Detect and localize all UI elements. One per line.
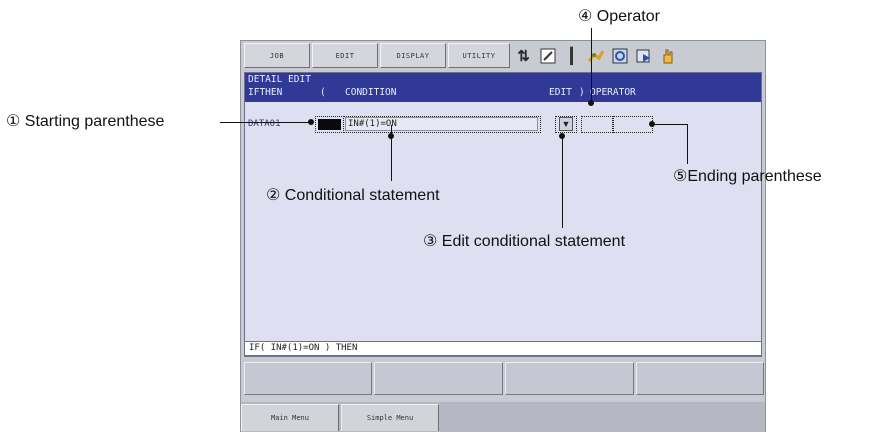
window-title-bar: DETAIL EDIT IFTHEN ( CONDITION EDIT ) OP… <box>245 73 761 102</box>
header-operator: OPERATOR <box>590 87 636 98</box>
coordinate-icon: ⇅ <box>517 48 530 65</box>
hand-icon <box>657 46 678 67</box>
callout-line-ending-h <box>652 124 687 125</box>
menu-display-button[interactable]: DISPLAY <box>380 43 446 68</box>
detail-edit-window: DETAIL EDIT IFTHEN ( CONDITION EDIT ) OP… <box>244 72 762 357</box>
cycle-icon <box>609 46 630 67</box>
callout-operator: ④ Operator <box>578 8 660 25</box>
operator-highlight <box>581 116 613 133</box>
callout-dot-operator <box>588 100 594 106</box>
function-key-2[interactable] <box>374 362 503 395</box>
robot-icon <box>585 46 606 67</box>
callout-line-starting <box>220 122 312 123</box>
callout-line-ending-v <box>687 124 688 164</box>
function-key-1[interactable] <box>244 362 372 395</box>
simple-menu-button[interactable]: Simple Menu <box>341 404 439 431</box>
menu-bar: JOB EDIT DISPLAY UTILITY ⇅ ┃ <box>241 41 765 71</box>
callout-line-edit <box>562 136 563 228</box>
menu-utility-button[interactable]: UTILITY <box>448 43 510 68</box>
row-label: DATA01 <box>248 119 281 129</box>
play-icon <box>633 46 654 67</box>
callout-ending-parenthese: ⑤Ending parenthese <box>673 168 822 185</box>
menu-job-button[interactable]: JOB <box>244 43 310 68</box>
input-line: IF( IN#(1)=ON ) THEN <box>244 341 762 356</box>
header-paren: ( <box>320 87 326 98</box>
callout-dot-starting <box>308 119 314 125</box>
function-key-4[interactable] <box>636 362 764 395</box>
menu-edit-button[interactable]: EDIT <box>312 43 378 68</box>
callout-dot-edit <box>559 133 565 139</box>
header-paren-close: ) <box>579 87 585 98</box>
step-icon: ┃ <box>566 48 577 65</box>
callout-starting-parenthese: ① Starting parenthese <box>6 113 165 130</box>
bottom-bar: Main Menu Simple Menu <box>241 402 765 432</box>
window-title: DETAIL EDIT <box>248 74 311 85</box>
main-menu-button[interactable]: Main Menu <box>241 404 339 431</box>
callout-edit-conditional: ③ Edit conditional statement <box>423 233 626 250</box>
callout-line-operator <box>591 28 592 103</box>
ending-parenthese-highlight <box>613 116 653 133</box>
starting-parenthese-highlight <box>315 116 344 133</box>
callout-dot-ending <box>649 121 655 127</box>
callout-conditional-statement: ② Conditional statement <box>266 187 440 204</box>
status-icons: ⇅ ┃ <box>513 44 678 68</box>
callout-dot-conditional <box>388 133 394 139</box>
edit-mode-icon <box>537 46 558 67</box>
conditional-statement-highlight <box>343 116 541 133</box>
function-key-3[interactable] <box>505 362 634 395</box>
header-ifthen: IFTHEN <box>248 87 283 98</box>
header-condition: CONDITION <box>345 87 397 98</box>
edit-conditional-highlight <box>555 116 577 133</box>
header-edit: EDIT <box>549 87 572 98</box>
